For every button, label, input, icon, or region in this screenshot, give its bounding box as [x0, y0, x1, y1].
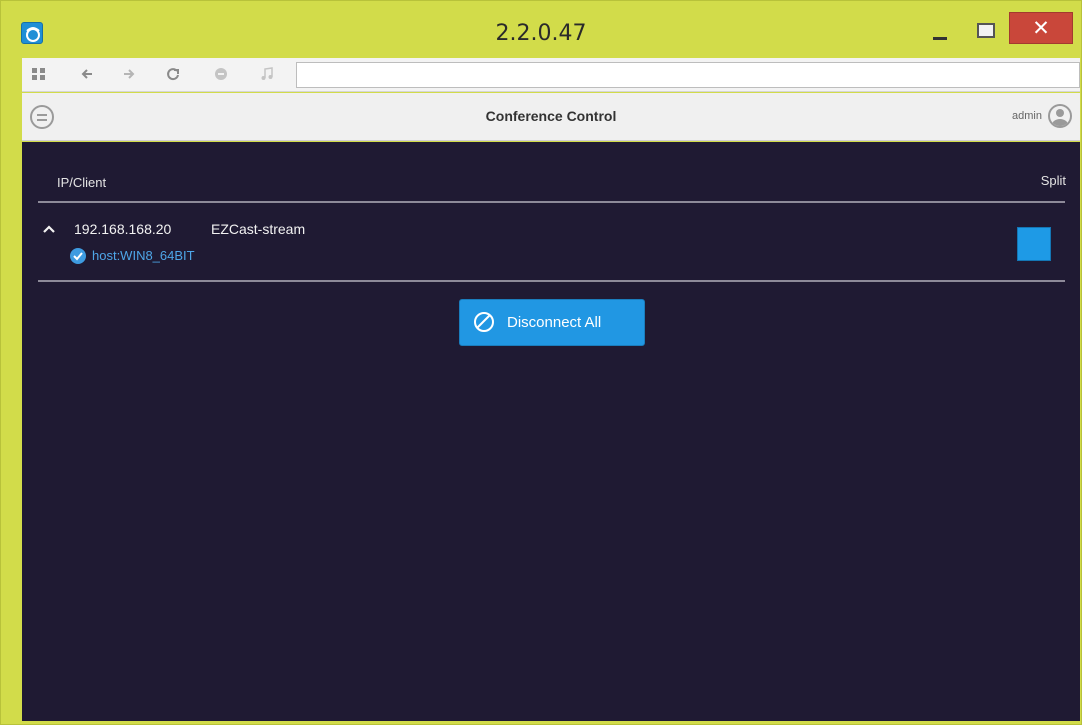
- column-header-ip-client: IP/Client: [57, 175, 107, 190]
- browser-toolbar: [22, 58, 1080, 92]
- app-window: 2.2.0.47 ✕ Conference Control admin IP/C…: [0, 0, 1082, 725]
- avatar-icon[interactable]: [1048, 104, 1072, 128]
- client-name: EZCast-stream: [211, 221, 306, 237]
- client-host[interactable]: host:WIN8_64BIT: [92, 248, 195, 263]
- close-button[interactable]: ✕: [1009, 12, 1073, 44]
- header-divider: [38, 201, 1065, 203]
- page-title: Conference Control: [485, 108, 617, 124]
- row-divider: [38, 280, 1065, 282]
- forward-icon[interactable]: [120, 66, 138, 84]
- maximize-button[interactable]: [963, 13, 1003, 45]
- music-icon[interactable]: [258, 66, 276, 84]
- reload-icon[interactable]: [164, 66, 182, 84]
- minimize-button[interactable]: [915, 13, 961, 45]
- chevron-up-icon[interactable]: [42, 224, 56, 234]
- stop-icon[interactable]: [212, 66, 230, 84]
- close-icon: ✕: [1032, 16, 1050, 40]
- page-header: Conference Control admin: [22, 93, 1080, 141]
- column-header-split: Split: [1040, 173, 1066, 188]
- address-input[interactable]: [296, 62, 1080, 88]
- disconnect-all-label: Disconnect All: [507, 314, 602, 331]
- user-name[interactable]: admin: [1012, 110, 1042, 122]
- title-bar[interactable]: 2.2.0.47 ✕: [1, 1, 1081, 57]
- apps-icon[interactable]: [30, 66, 48, 84]
- split-checkbox[interactable]: [1017, 227, 1051, 261]
- ban-icon: [474, 312, 494, 332]
- check-circle-icon: [70, 248, 86, 264]
- back-icon[interactable]: [78, 66, 96, 84]
- conference-panel: IP/Client Split 192.168.168.20 EZCast-st…: [22, 142, 1080, 721]
- disconnect-all-button[interactable]: Disconnect All: [459, 299, 645, 346]
- client-ip: 192.168.168.20: [74, 221, 172, 237]
